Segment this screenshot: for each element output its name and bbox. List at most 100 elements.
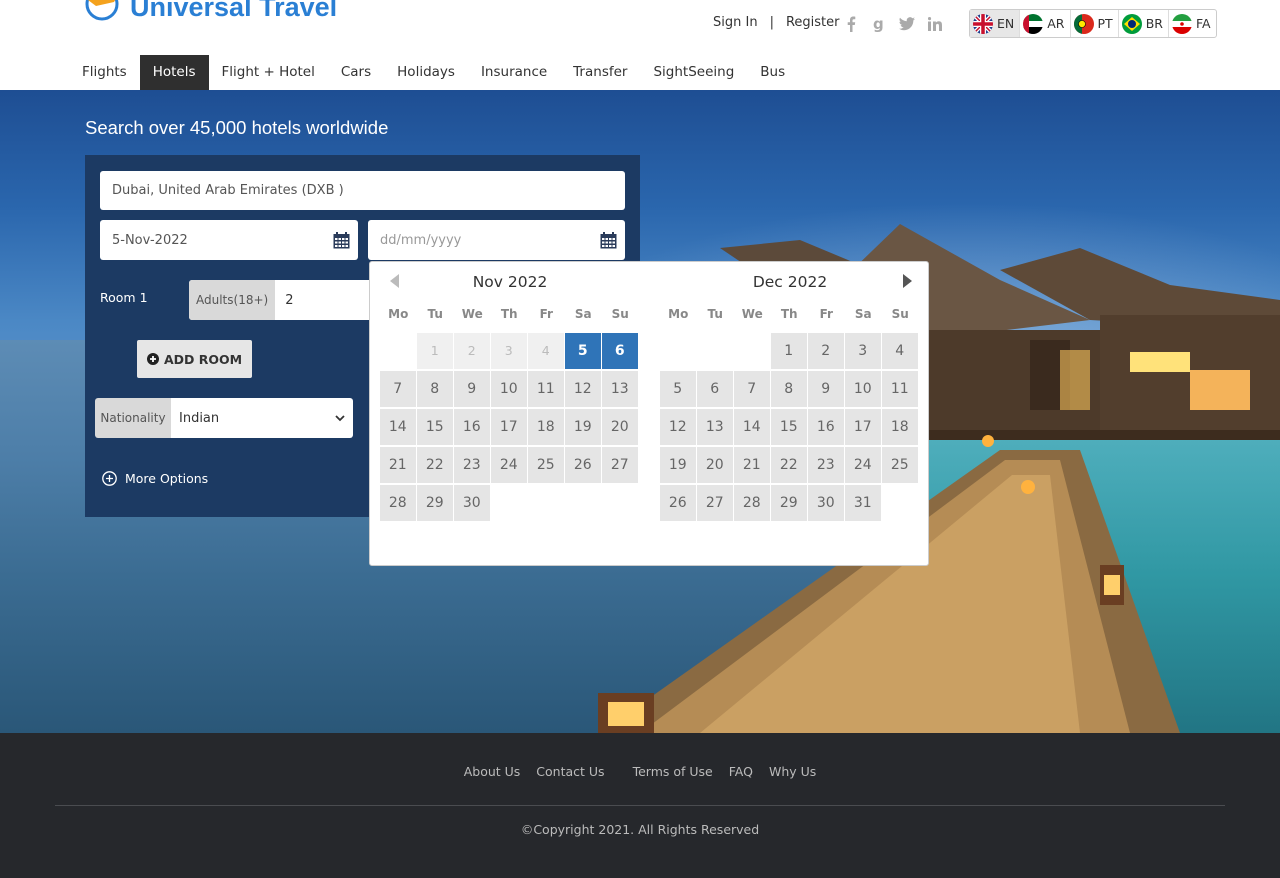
calendar-day[interactable]: 1 [771, 333, 807, 369]
calendar-day[interactable]: 25 [882, 447, 918, 483]
calendar-day[interactable]: 23 [454, 447, 490, 483]
portugal-flag-icon [1073, 13, 1094, 34]
calendar-day[interactable]: 25 [528, 447, 564, 483]
calendar-day[interactable]: 13 [697, 409, 733, 445]
weekday-label: Th [780, 307, 798, 321]
calendar-day[interactable]: 20 [602, 409, 638, 445]
register-link[interactable]: Register [786, 15, 840, 30]
calendar-day[interactable]: 14 [734, 409, 770, 445]
calendar-day[interactable]: 12 [660, 409, 696, 445]
calendar-day[interactable]: 31 [845, 485, 881, 521]
twitter-icon[interactable] [899, 15, 915, 33]
nav-insurance[interactable]: Insurance [468, 55, 560, 90]
add-room-button[interactable]: ADD ROOM [137, 340, 252, 378]
calendar-day[interactable]: 5 [660, 371, 696, 407]
calendar-day[interactable]: 15 [771, 409, 807, 445]
calendar-day[interactable]: 24 [491, 447, 527, 483]
svg-text:g: g [873, 16, 884, 32]
logo[interactable]: Universal Travel [84, 0, 337, 24]
hero-title: Search over 45,000 hotels worldwide [85, 117, 389, 138]
calendar-day[interactable]: 18 [528, 409, 564, 445]
calendar-day[interactable]: 12 [565, 371, 601, 407]
footer-link-contact[interactable]: Contact Us [536, 764, 604, 779]
google-icon[interactable]: g [871, 15, 887, 33]
adults-field[interactable]: Adults(18+) 2 [189, 280, 379, 320]
footer-link-faq[interactable]: FAQ [729, 764, 753, 779]
nav-flights[interactable]: Flights [69, 55, 140, 90]
calendar-day[interactable]: 20 [697, 447, 733, 483]
calendar-day[interactable]: 28 [734, 485, 770, 521]
nav-sightseeing[interactable]: SightSeeing [640, 55, 747, 90]
footer-link-why-us[interactable]: Why Us [769, 764, 816, 779]
calendar-day[interactable]: 22 [771, 447, 807, 483]
calendar-day[interactable]: 19 [565, 409, 601, 445]
facebook-icon[interactable] [843, 15, 859, 33]
calendar-day[interactable]: 17 [491, 409, 527, 445]
calendar-day[interactable]: 26 [660, 485, 696, 521]
calendar-day[interactable]: 17 [845, 409, 881, 445]
calendar-icon[interactable] [333, 232, 350, 249]
calendar-day[interactable]: 2 [808, 333, 844, 369]
calendar-day[interactable]: 27 [697, 485, 733, 521]
calendar-day[interactable]: 18 [882, 409, 918, 445]
calendar-day[interactable]: 10 [491, 371, 527, 407]
check-in-input[interactable]: 5-Nov-2022 [100, 220, 358, 260]
footer-link-terms[interactable]: Terms of Use [633, 764, 713, 779]
calendar-day[interactable]: 7 [734, 371, 770, 407]
lang-en[interactable]: EN [970, 10, 1021, 37]
footer-link-about[interactable]: About Us [464, 764, 521, 779]
calendar-day[interactable]: 15 [417, 409, 453, 445]
nav-cars[interactable]: Cars [328, 55, 384, 90]
more-options-toggle[interactable]: More Options [102, 471, 208, 486]
lang-ar[interactable]: AR [1020, 10, 1071, 37]
nav-holidays[interactable]: Holidays [384, 55, 468, 90]
calendar-day[interactable]: 28 [380, 485, 416, 521]
nav-flight-hotel[interactable]: Flight + Hotel [209, 55, 328, 90]
month-title: Nov 2022 [472, 273, 548, 291]
calendar-day[interactable]: 16 [454, 409, 490, 445]
calendar-day[interactable]: 9 [454, 371, 490, 407]
nav-transfer[interactable]: Transfer [560, 55, 640, 90]
calendar-day[interactable]: 29 [417, 485, 453, 521]
calendar-day[interactable]: 29 [771, 485, 807, 521]
calendar-day[interactable]: 3 [845, 333, 881, 369]
calendar-day[interactable]: 21 [380, 447, 416, 483]
calendar-day[interactable]: 16 [808, 409, 844, 445]
adults-value[interactable]: 2 [275, 280, 303, 320]
calendar-day[interactable]: 30 [808, 485, 844, 521]
calendar-day[interactable]: 7 [380, 371, 416, 407]
nationality-select[interactable]: Indian [171, 398, 353, 438]
lang-pt[interactable]: PT [1071, 10, 1119, 37]
calendar-icon[interactable] [600, 232, 617, 249]
calendar-day[interactable]: 21 [734, 447, 770, 483]
calendar-day[interactable]: 23 [808, 447, 844, 483]
calendar-day[interactable]: 11 [528, 371, 564, 407]
calendar-day[interactable]: 4 [882, 333, 918, 369]
calendar-day[interactable]: 22 [417, 447, 453, 483]
lang-br[interactable]: BR [1119, 10, 1169, 37]
calendar-day[interactable]: 6 [697, 371, 733, 407]
linkedin-icon[interactable] [927, 15, 943, 33]
calendar-day[interactable]: 10 [845, 371, 881, 407]
calendar-day[interactable]: 14 [380, 409, 416, 445]
nav-bus[interactable]: Bus [747, 55, 798, 90]
calendar-day[interactable]: 8 [417, 371, 453, 407]
calendar-day[interactable]: 19 [660, 447, 696, 483]
calendar-day[interactable]: 24 [845, 447, 881, 483]
calendar-day[interactable]: 6 [602, 333, 638, 369]
destination-input[interactable]: Dubai, United Arab Emirates (DXB ) [100, 171, 625, 210]
lang-fa[interactable]: FA [1169, 10, 1216, 37]
calendar-day[interactable]: 8 [771, 371, 807, 407]
calendar-day[interactable]: 13 [602, 371, 638, 407]
calendar-day[interactable]: 9 [808, 371, 844, 407]
calendar-day[interactable]: 11 [882, 371, 918, 407]
nav-hotels[interactable]: Hotels [139, 55, 209, 90]
check-out-input[interactable]: dd/mm/yyyy [368, 220, 625, 260]
sign-in-link[interactable]: Sign In [713, 15, 758, 30]
calendar-day[interactable]: 26 [565, 447, 601, 483]
calendar-blank [697, 333, 733, 369]
destination-value: Dubai, United Arab Emirates (DXB ) [112, 183, 344, 198]
calendar-day[interactable]: 27 [602, 447, 638, 483]
calendar-day[interactable]: 30 [454, 485, 490, 521]
calendar-day[interactable]: 5 [565, 333, 601, 369]
